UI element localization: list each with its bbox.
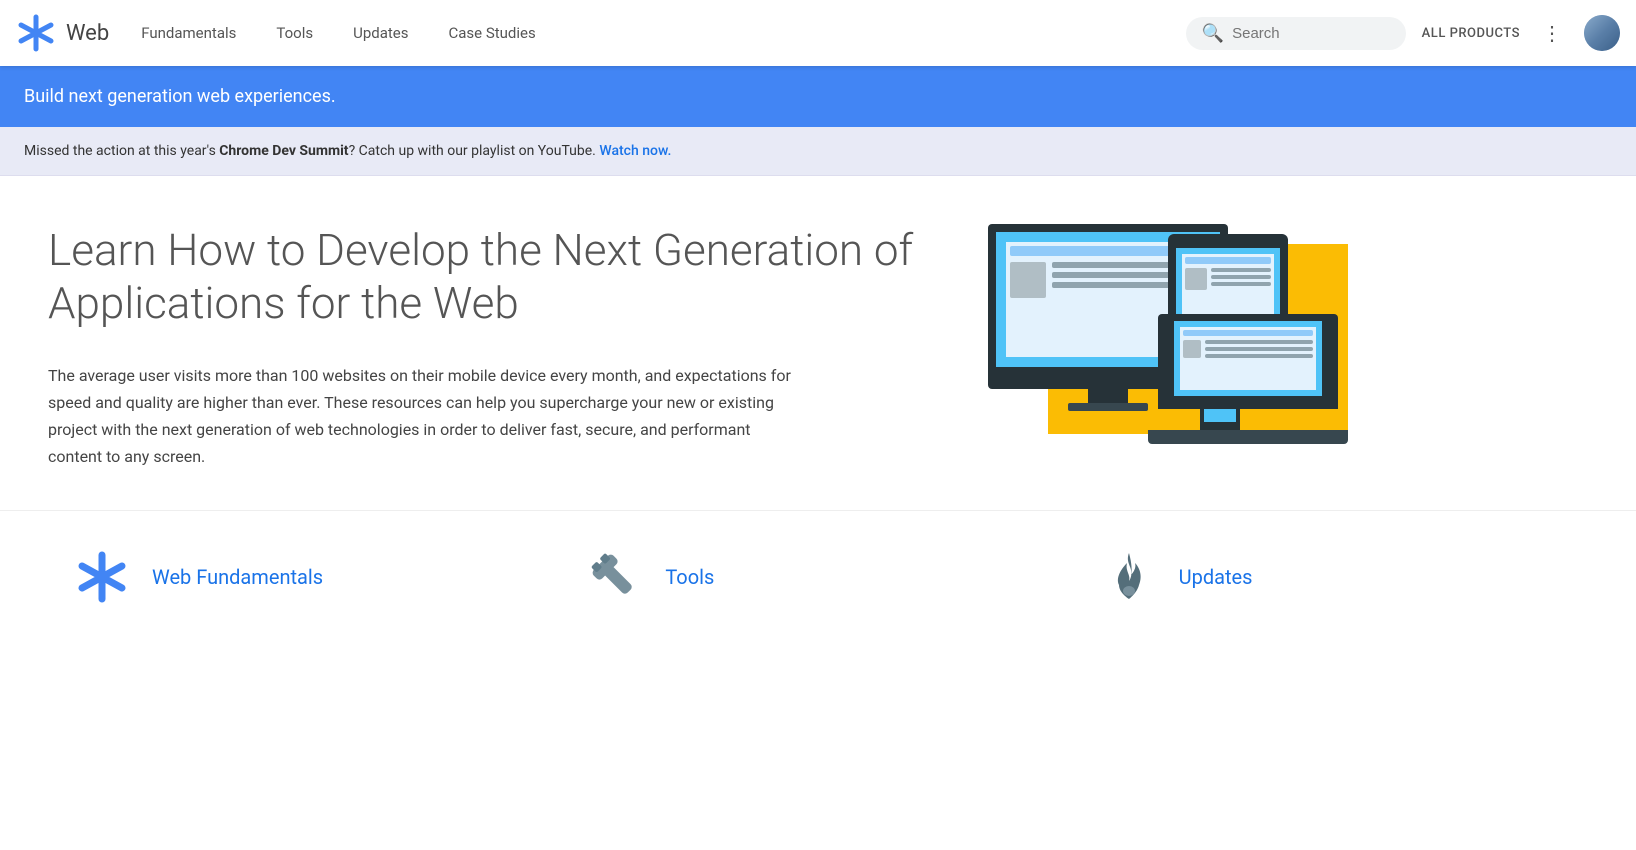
devices-illustration: [988, 224, 1348, 444]
illus-tablet-bar: [1185, 257, 1271, 264]
card-tools-label: Tools: [665, 565, 714, 589]
card-tools[interactable]: Tools: [561, 531, 1074, 623]
hero-text: Build next generation web experiences.: [24, 86, 336, 107]
avatar-image: [1584, 15, 1620, 51]
illus-laptop-lines: [1205, 340, 1313, 358]
illus-laptop: [1148, 314, 1348, 444]
illus-monitor-base: [1068, 403, 1148, 411]
main-content: Learn How to Develop the Next Generation…: [0, 176, 1636, 510]
notice-watch-link[interactable]: Watch now.: [599, 143, 671, 159]
card-web-fundamentals-icon-wrap: [72, 547, 132, 607]
nav-logo-text: Web: [66, 21, 109, 46]
all-products-button[interactable]: ALL PRODUCTS: [1422, 26, 1520, 41]
illus-monitor-stand: [1088, 387, 1128, 403]
tools-wrench-icon: [587, 549, 643, 605]
hero-banner: Build next generation web experiences.: [0, 66, 1636, 127]
bottom-cards: Web Fundamentals Tools Updates: [0, 510, 1636, 663]
illus-tablet-content: [1182, 268, 1274, 290]
illus-laptop-screen-frame: [1158, 314, 1338, 409]
more-options-icon[interactable]: ⋮: [1536, 17, 1568, 49]
illus-tablet-box: [1185, 268, 1207, 290]
card-web-fundamentals-label: Web Fundamentals: [152, 565, 323, 589]
main-heading: Learn How to Develop the Next Generation…: [48, 224, 948, 330]
illus-screen-box: [1010, 262, 1046, 298]
illus-laptop-box: [1183, 340, 1201, 358]
card-updates-label: Updates: [1179, 565, 1253, 589]
updates-fire-icon: [1101, 549, 1157, 605]
illus-laptop-line: [1205, 340, 1313, 344]
nav-link-fundamentals[interactable]: Fundamentals: [141, 24, 236, 42]
illus-tablet-line: [1211, 282, 1271, 286]
illus-laptop-content-row: [1180, 340, 1316, 358]
notice-text-before: Missed the action at this year's: [24, 143, 219, 159]
illus-tablet-line: [1211, 268, 1271, 272]
search-icon: 🔍: [1202, 23, 1224, 44]
card-web-fundamentals[interactable]: Web Fundamentals: [48, 531, 561, 623]
illus-laptop-bar: [1183, 330, 1313, 336]
illus-laptop-screen: [1174, 321, 1322, 396]
web-fundamentals-asterisk-icon: [74, 549, 130, 605]
nav-links: Fundamentals Tools Updates Case Studies: [141, 24, 1185, 42]
nav-logo[interactable]: Web: [16, 13, 109, 53]
illus-tablet-line: [1211, 275, 1271, 279]
avatar[interactable]: [1584, 15, 1620, 51]
notice-text-bold: Chrome Dev Summit: [219, 143, 348, 159]
notice-text-after: ? Catch up with our playlist on YouTube.: [349, 143, 600, 159]
illus-laptop-line: [1205, 347, 1313, 351]
illus-laptop-line: [1205, 354, 1313, 358]
main-body-text: The average user visits more than 100 we…: [48, 362, 798, 471]
logo-asterisk-icon: [16, 13, 56, 53]
search-input[interactable]: [1232, 25, 1390, 42]
card-tools-icon-wrap: [585, 547, 645, 607]
illus-laptop-base: [1148, 430, 1348, 444]
content-right: [988, 224, 1348, 444]
illus-tablet-lines: [1211, 268, 1271, 290]
nav-right: 🔍 ALL PRODUCTS ⋮: [1186, 15, 1620, 51]
navbar: Web Fundamentals Tools Updates Case Stud…: [0, 0, 1636, 66]
nav-link-case-studies[interactable]: Case Studies: [448, 24, 535, 42]
content-left: Learn How to Develop the Next Generation…: [48, 224, 948, 470]
search-container[interactable]: 🔍: [1186, 17, 1406, 50]
card-updates[interactable]: Updates: [1075, 531, 1588, 623]
card-updates-icon-wrap: [1099, 547, 1159, 607]
nav-link-updates[interactable]: Updates: [353, 24, 408, 42]
nav-link-tools[interactable]: Tools: [276, 24, 313, 42]
illus-laptop-screen-inner: [1180, 327, 1316, 390]
notice-banner: Missed the action at this year's Chrome …: [0, 127, 1636, 176]
